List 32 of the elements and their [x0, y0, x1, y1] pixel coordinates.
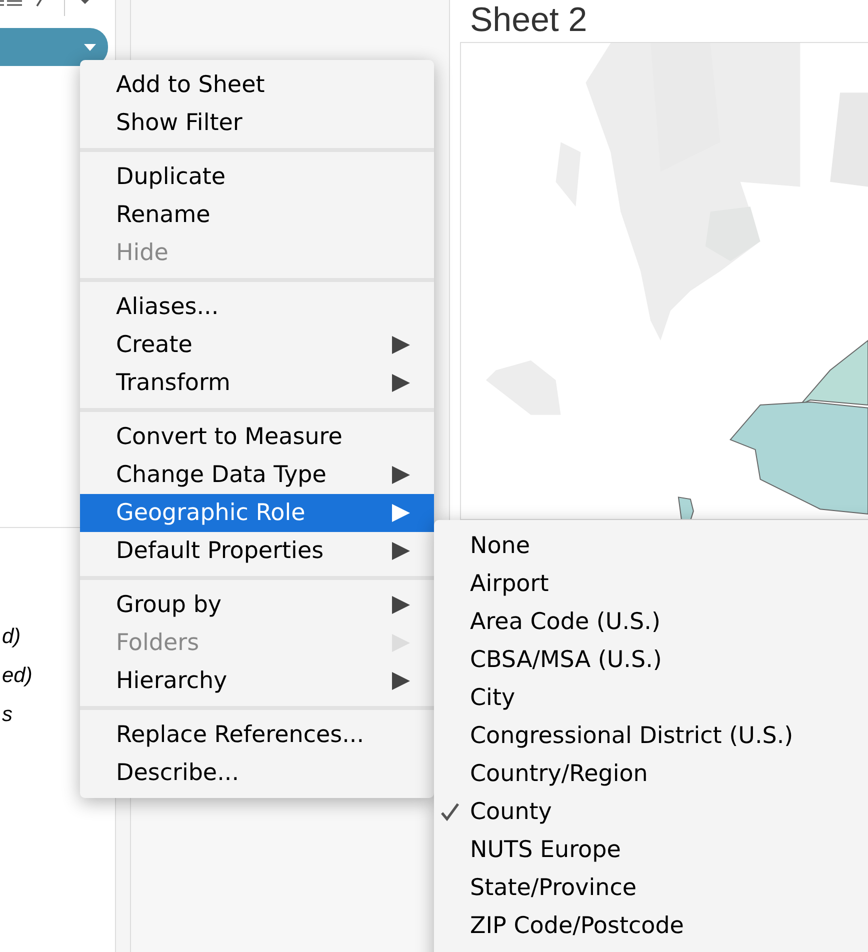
- menu-item[interactable]: NUTS Europe: [434, 831, 862, 869]
- menu-item[interactable]: Show Filter: [80, 104, 434, 142]
- menu-item[interactable]: County: [434, 793, 862, 831]
- menu-item[interactable]: Airport: [434, 565, 862, 603]
- menu-item[interactable]: Area Code (U.S.): [434, 603, 862, 641]
- menu-item[interactable]: Duplicate: [80, 158, 434, 196]
- menu-item[interactable]: CBSA/MSA (U.S.): [434, 641, 862, 679]
- menu-item[interactable]: Hierarchy: [80, 662, 434, 700]
- menu-item[interactable]: Congressional District (U.S.): [434, 717, 862, 755]
- menu-item[interactable]: Default Properties: [80, 532, 434, 570]
- field-pill[interactable]: [0, 28, 108, 66]
- menu-item[interactable]: Rename: [80, 196, 434, 234]
- menu-item[interactable]: Country/Region: [434, 755, 862, 793]
- menu-item[interactable]: ZIP Code/Postcode: [434, 907, 862, 945]
- menu-item[interactable]: Aliases...: [80, 288, 434, 326]
- menu-item[interactable]: Describe...: [80, 754, 434, 792]
- field-label: ed): [2, 663, 34, 689]
- menu-item[interactable]: Change Data Type: [80, 456, 434, 494]
- field-label: s: [2, 702, 14, 728]
- menu-item[interactable]: City: [434, 679, 862, 717]
- menu-item[interactable]: Create: [80, 326, 434, 364]
- menu-item[interactable]: None: [434, 527, 862, 565]
- menu-item[interactable]: Transform: [80, 364, 434, 402]
- caret-icon[interactable]: [84, 44, 96, 50]
- menu-item[interactable]: Replace References...: [80, 716, 434, 754]
- menu-item[interactable]: State/Province: [434, 869, 862, 907]
- menu-item[interactable]: Convert to Measure: [80, 418, 434, 456]
- sheet-title: Sheet 2: [469, 0, 588, 40]
- menu-item[interactable]: Geographic Role: [80, 494, 434, 532]
- menu-item[interactable]: Add to Sheet: [80, 66, 434, 104]
- field-label: d): [2, 624, 22, 650]
- menu-item[interactable]: Group by: [80, 586, 434, 624]
